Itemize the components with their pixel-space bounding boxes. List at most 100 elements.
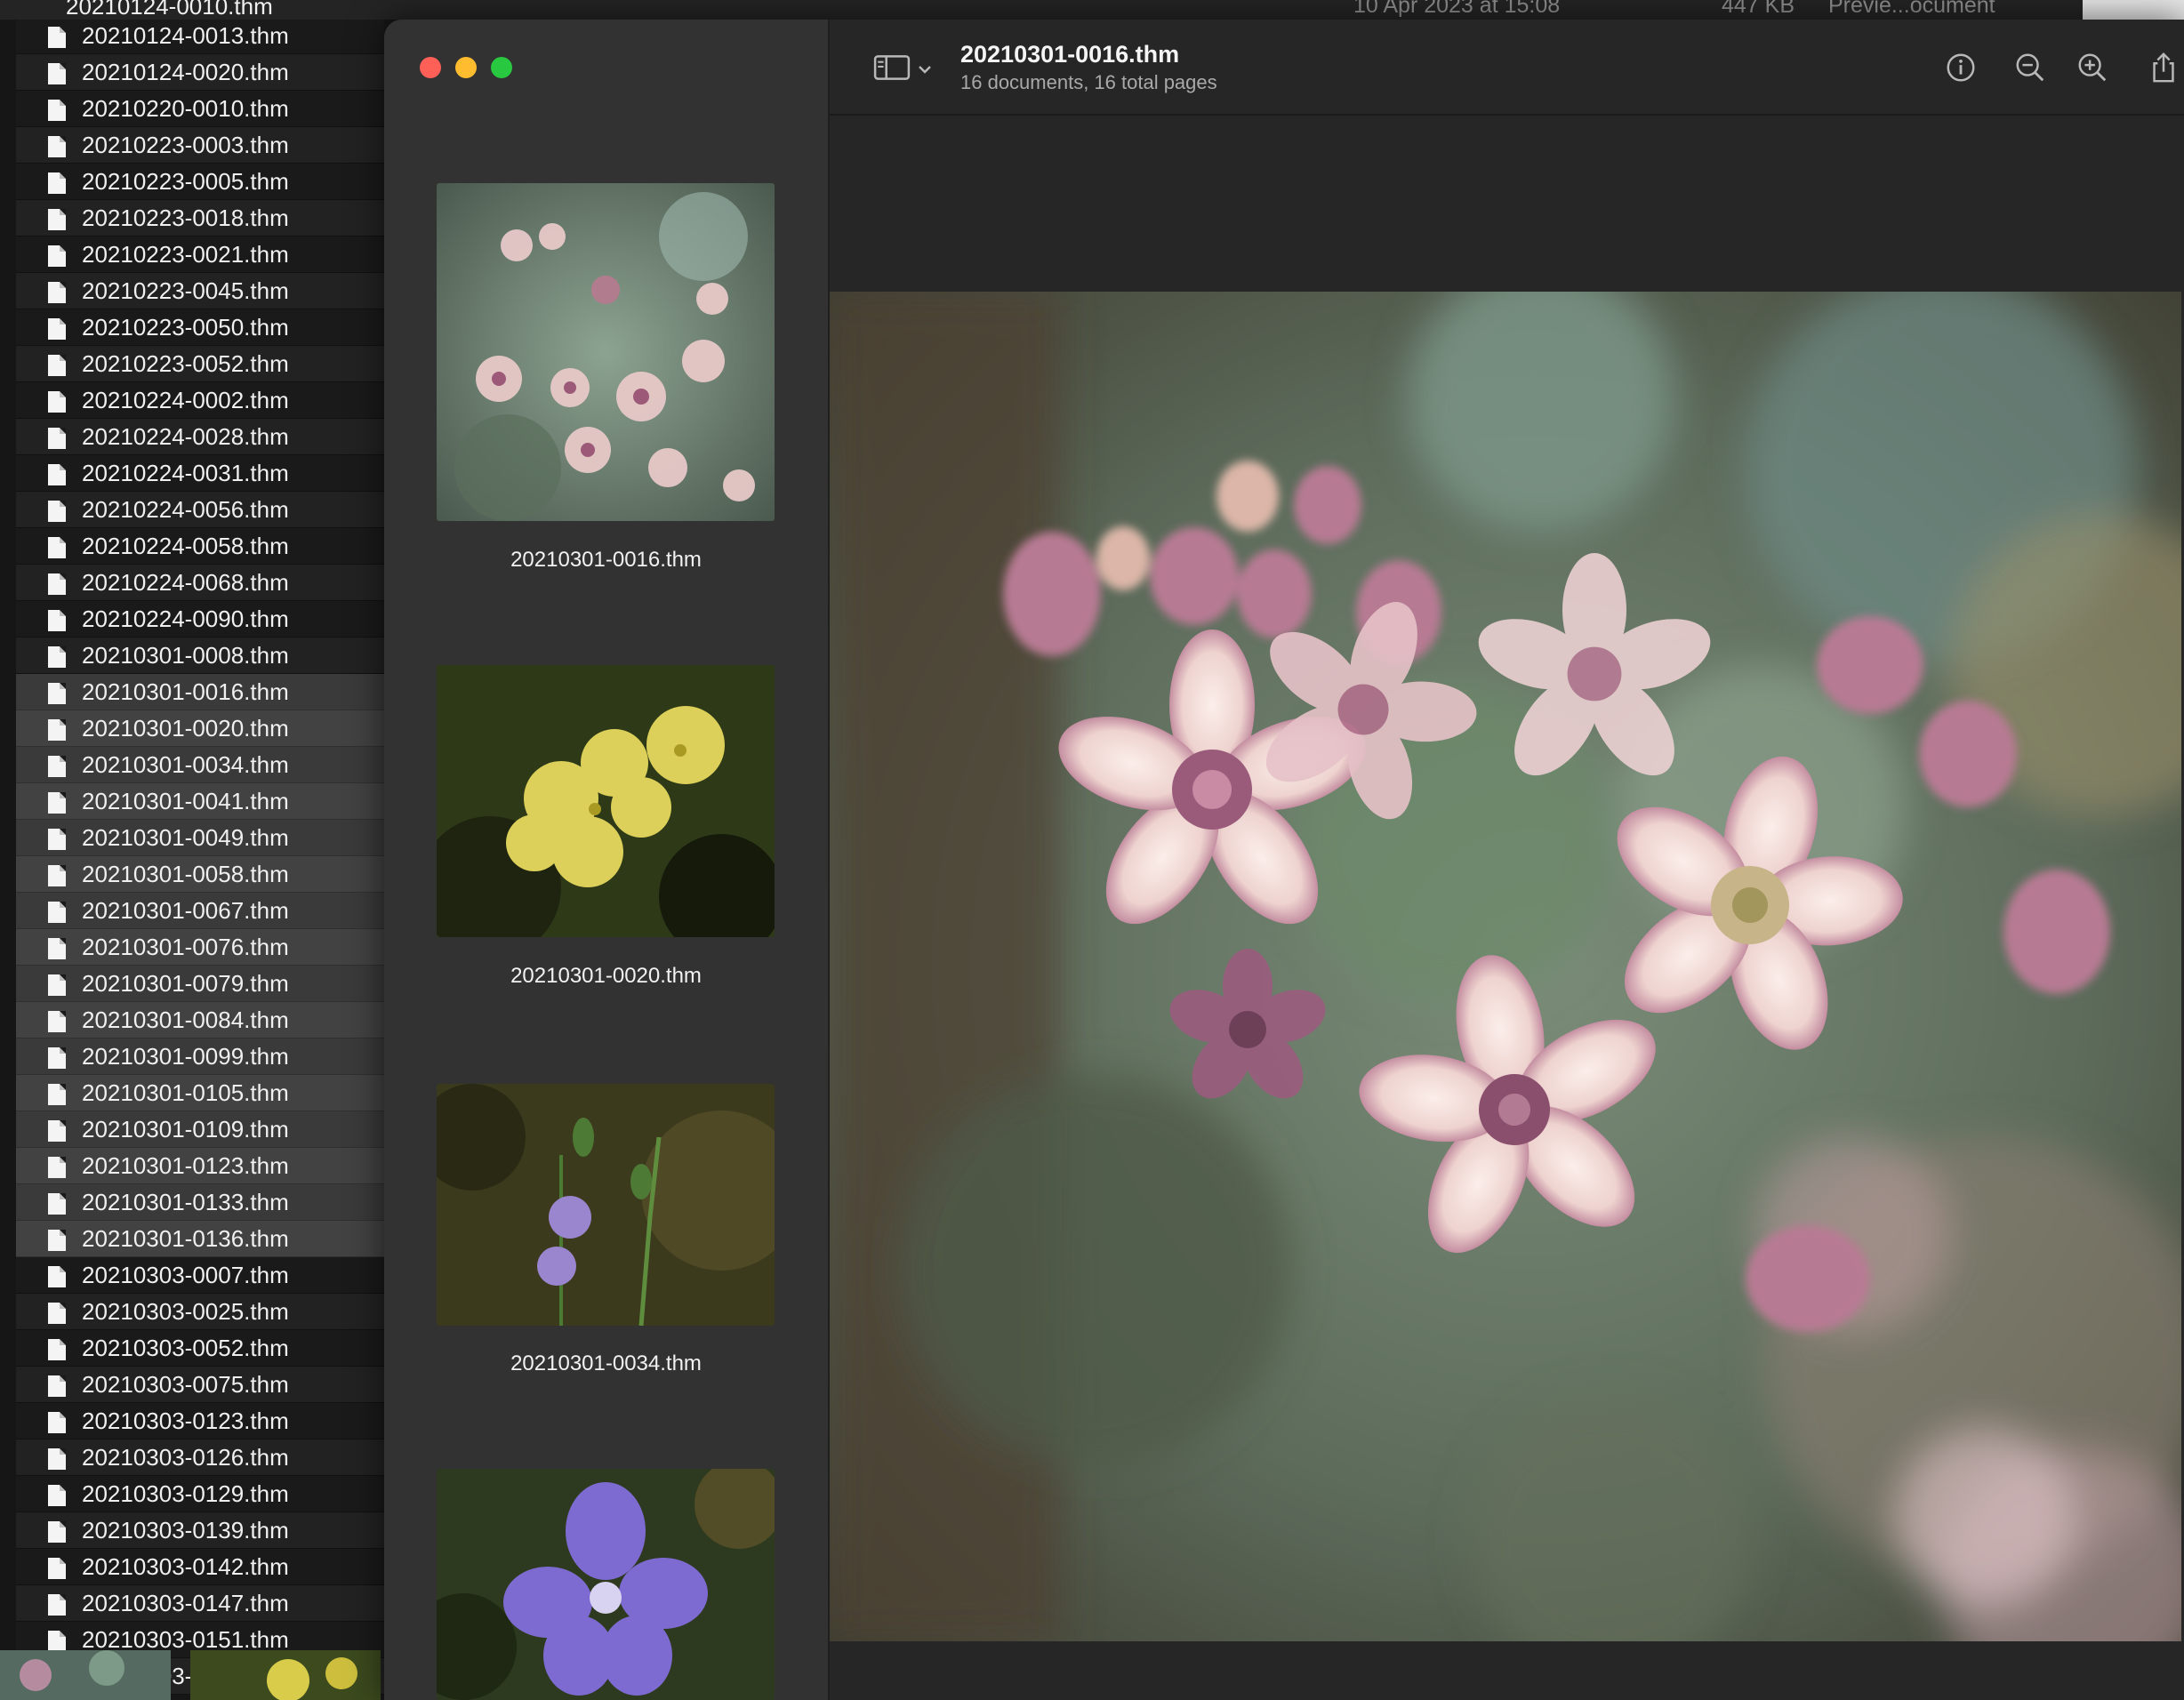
finder-top-row-name: 20210124-0010.thm xyxy=(66,0,273,20)
chevron-down-icon[interactable] xyxy=(913,50,936,89)
finder-file-row[interactable]: 20210301-0049.thm xyxy=(16,820,384,856)
finder-file-name: 20210124-0020.thm xyxy=(82,59,289,85)
finder-file-row[interactable]: 20210223-0003.thm xyxy=(16,127,384,164)
finder-file-name: 20210301-0016.thm xyxy=(82,678,289,705)
zoom-in-icon[interactable] xyxy=(2073,48,2112,87)
finder-file-row[interactable]: 20210223-0005.thm xyxy=(16,164,384,200)
finder-file-name: 20210301-0020.thm xyxy=(82,715,289,742)
thumbnail-1[interactable] xyxy=(437,183,775,521)
finder-file-row[interactable]: 20210303-0007.thm xyxy=(16,1257,384,1294)
zoom-button[interactable] xyxy=(491,57,512,78)
document-icon xyxy=(48,100,66,121)
document-icon xyxy=(48,63,66,84)
finder-file-row[interactable]: 20210301-0099.thm xyxy=(16,1038,384,1075)
document-icon xyxy=(48,719,66,741)
finder-file-name: 20210303-0025.thm xyxy=(82,1298,289,1325)
finder-file-row[interactable]: 20210303-0139.thm xyxy=(16,1512,384,1549)
zoom-out-icon[interactable] xyxy=(2011,48,2050,87)
thumbnail-4[interactable] xyxy=(437,1469,775,1700)
finder-scrollbar[interactable] xyxy=(2083,0,2184,20)
document-icon xyxy=(48,1047,66,1069)
finder-file-row[interactable]: 20210301-0123.thm xyxy=(16,1148,384,1184)
thumbnail-3-label: 20210301-0034.thm xyxy=(510,1351,702,1375)
finder-file-name: 20210301-0133.thm xyxy=(82,1189,289,1215)
finder-file-row[interactable]: 20210303-0123.thm xyxy=(16,1403,384,1439)
finder-file-row[interactable]: 20210301-0058.thm xyxy=(16,856,384,893)
finder-file-name: 20210301-0084.thm xyxy=(82,1006,289,1033)
document-icon xyxy=(48,902,66,923)
finder-file-row[interactable]: 20210224-0056.thm xyxy=(16,492,384,528)
document-canvas[interactable] xyxy=(830,116,2184,1700)
finder-file-row[interactable]: 20210301-0136.thm xyxy=(16,1221,384,1257)
finder-file-name: 20210224-0002.thm xyxy=(82,387,289,413)
finder-file-row[interactable]: 20210303-0025.thm xyxy=(16,1294,384,1330)
minimize-button[interactable] xyxy=(455,57,477,78)
finder-file-row[interactable]: 20210301-0084.thm xyxy=(16,1002,384,1038)
document-icon xyxy=(48,1375,66,1397)
document-icon xyxy=(48,756,66,777)
finder-top-row-date: 10 Apr 2023 at 15:08 xyxy=(1353,0,1561,18)
finder-file-row[interactable]: 20210301-0076.thm xyxy=(16,929,384,966)
finder-file-row[interactable]: 20210224-0002.thm xyxy=(16,382,384,419)
finder-file-row[interactable]: 20210224-0028.thm xyxy=(16,419,384,455)
document-icon xyxy=(48,865,66,886)
finder-file-name: 20210224-0090.thm xyxy=(82,605,289,632)
finder-file-name: 20210301-0123.thm xyxy=(82,1152,289,1179)
finder-thumb-1[interactable] xyxy=(0,1650,171,1700)
finder-file-name: 20210301-0049.thm xyxy=(82,824,289,851)
document-icon xyxy=(48,1631,66,1652)
finder-file-row[interactable]: 20210301-0008.thm xyxy=(16,638,384,674)
share-icon[interactable] xyxy=(2144,48,2183,87)
finder-file-row[interactable]: 20210223-0018.thm xyxy=(16,200,384,237)
document-icon xyxy=(48,1303,66,1324)
finder-file-row[interactable]: 20210301-0133.thm xyxy=(16,1184,384,1221)
finder-file-row[interactable]: 20210301-0109.thm xyxy=(16,1111,384,1148)
finder-file-row[interactable]: 20210224-0068.thm xyxy=(16,565,384,601)
finder-file-row[interactable]: 20210223-0050.thm xyxy=(16,309,384,346)
finder-file-row[interactable]: 20210301-0041.thm xyxy=(16,783,384,820)
finder-file-row[interactable]: 20210301-0034.thm xyxy=(16,747,384,783)
finder-file-name: 20210301-0109.thm xyxy=(82,1116,289,1143)
finder-file-row[interactable]: 20210223-0021.thm xyxy=(16,237,384,273)
finder-file-name: 20210301-0105.thm xyxy=(82,1079,289,1106)
finder-file-name: 20210124-0013.thm xyxy=(82,22,289,49)
finder-file-row[interactable]: 20210224-0090.thm xyxy=(16,601,384,638)
finder-file-row[interactable]: 20210303-0126.thm xyxy=(16,1439,384,1476)
finder-file-row[interactable]: 20210220-0010.thm xyxy=(16,91,384,127)
finder-file-row[interactable]: 20210301-0067.thm xyxy=(16,893,384,929)
finder-file-name: 20210224-0068.thm xyxy=(82,569,289,596)
finder-file-row[interactable]: 20210124-0020.thm xyxy=(16,54,384,91)
finder-file-row[interactable]: 20210224-0031.thm xyxy=(16,455,384,492)
finder-file-name: 20210303-0007.thm xyxy=(82,1262,289,1288)
document-icon xyxy=(48,1448,66,1470)
finder-file-row[interactable]: 20210303-0147.thm xyxy=(16,1585,384,1622)
finder-file-row[interactable]: 20210301-0016.thm xyxy=(16,674,384,710)
thumbnail-3[interactable] xyxy=(437,1084,775,1326)
finder-file-row[interactable]: 20210301-0020.thm xyxy=(16,710,384,747)
finder-file-row[interactable]: 20210223-0045.thm xyxy=(16,273,384,309)
info-icon[interactable] xyxy=(1941,48,1980,87)
finder-file-row[interactable]: 20210301-0105.thm xyxy=(16,1075,384,1111)
thumbnail-2-image xyxy=(437,665,775,937)
finder-thumb-2[interactable] xyxy=(190,1650,381,1700)
finder-file-row[interactable]: 20210223-0052.thm xyxy=(16,346,384,382)
thumbnail-2[interactable] xyxy=(437,665,775,937)
finder-file-name: 20210303-0052.thm xyxy=(82,1335,289,1361)
finder-file-name: 20210303-0123.thm xyxy=(82,1407,289,1434)
document-icon xyxy=(48,27,66,48)
finder-file-name: 20210223-0045.thm xyxy=(82,277,289,304)
finder-file-row[interactable]: 20210303-0052.thm xyxy=(16,1330,384,1367)
finder-file-row[interactable]: 20210224-0058.thm xyxy=(16,528,384,565)
finder-file-row[interactable]: 20210303-0142.thm xyxy=(16,1549,384,1585)
document-icon xyxy=(48,1521,66,1543)
finder-file-row[interactable]: 20210303-0075.thm xyxy=(16,1367,384,1403)
document-icon xyxy=(48,501,66,522)
finder-file-row[interactable]: 20210303-0129.thm xyxy=(16,1476,384,1512)
finder-file-name: 20210223-0050.thm xyxy=(82,314,289,341)
sidebar-toggle-icon[interactable] xyxy=(867,48,917,87)
close-button[interactable] xyxy=(420,57,441,78)
finder-file-row[interactable]: 20210301-0079.thm xyxy=(16,966,384,1002)
finder-file-row[interactable]: 20210124-0013.thm xyxy=(16,18,384,54)
toolbar: 20210301-0016.thm 16 documents, 16 total… xyxy=(830,20,2184,116)
finder-top-row[interactable]: 20210124-0010.thm 10 Apr 2023 at 15:08 4… xyxy=(0,0,2184,20)
